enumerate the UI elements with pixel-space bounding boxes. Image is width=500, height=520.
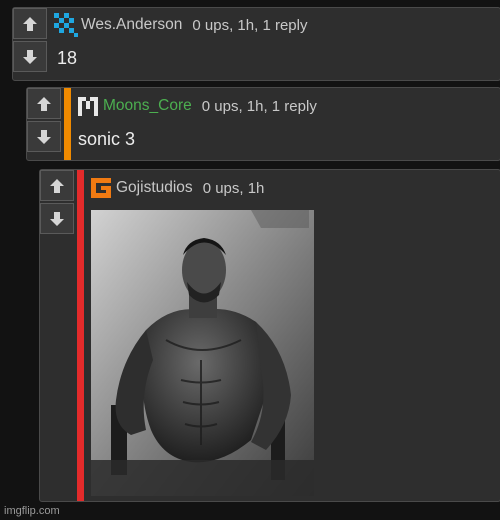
thread-indicator: [64, 88, 71, 160]
upvote-button[interactable]: [40, 170, 74, 201]
username[interactable]: Wes.Anderson: [81, 16, 182, 34]
arrow-up-icon: [50, 178, 64, 193]
comment-wes-anderson: Wes.Anderson 0 ups, 1h, 1 reply 18: [12, 7, 500, 81]
upvote-button[interactable]: [13, 8, 47, 39]
upvote-button[interactable]: [27, 88, 61, 119]
comment-moons-core: Moons_Core 0 ups, 1h, 1 reply sonic 3: [26, 87, 500, 161]
downvote-button[interactable]: [27, 121, 61, 152]
comment-text: sonic 3: [78, 129, 136, 149]
comment-meta: 0 ups, 1h, 1 reply: [201, 97, 317, 115]
vote-controls: [13, 8, 49, 72]
orange-g-icon[interactable]: [89, 176, 113, 200]
bodybuilder-photo-icon[interactable]: [91, 210, 314, 496]
comment-meta: 0 ups, 1h, 1 reply: [192, 16, 308, 34]
comment-header: Wes.Anderson 0 ups, 1h, 1 reply: [54, 13, 307, 37]
comment-meta: 0 ups, 1h: [202, 179, 265, 197]
imgflip-watermark: imgflip.com: [4, 505, 60, 517]
comment-header: Moons_Core 0 ups, 1h, 1 reply: [76, 94, 317, 118]
arrow-down-icon: [23, 49, 37, 64]
photo-graphic: [91, 210, 314, 496]
checker-pattern-icon[interactable]: [54, 13, 78, 37]
downvote-button[interactable]: [40, 203, 74, 234]
arrow-down-icon: [37, 129, 51, 144]
thread-indicator: [77, 170, 84, 501]
comment-text: 18: [57, 48, 78, 68]
comment-header: Gojistudios 0 ups, 1h: [89, 176, 264, 200]
vote-controls: [40, 170, 76, 234]
username[interactable]: Gojistudios: [116, 179, 193, 197]
vote-controls: [27, 88, 63, 152]
arrow-up-icon: [23, 16, 37, 31]
comment-gojistudios: Gojistudios 0 ups, 1h: [39, 169, 500, 502]
downvote-button[interactable]: [13, 41, 47, 72]
arrow-down-icon: [50, 211, 64, 226]
pixel-m-icon[interactable]: [76, 94, 100, 118]
arrow-up-icon: [37, 96, 51, 111]
username[interactable]: Moons_Core: [103, 97, 192, 115]
